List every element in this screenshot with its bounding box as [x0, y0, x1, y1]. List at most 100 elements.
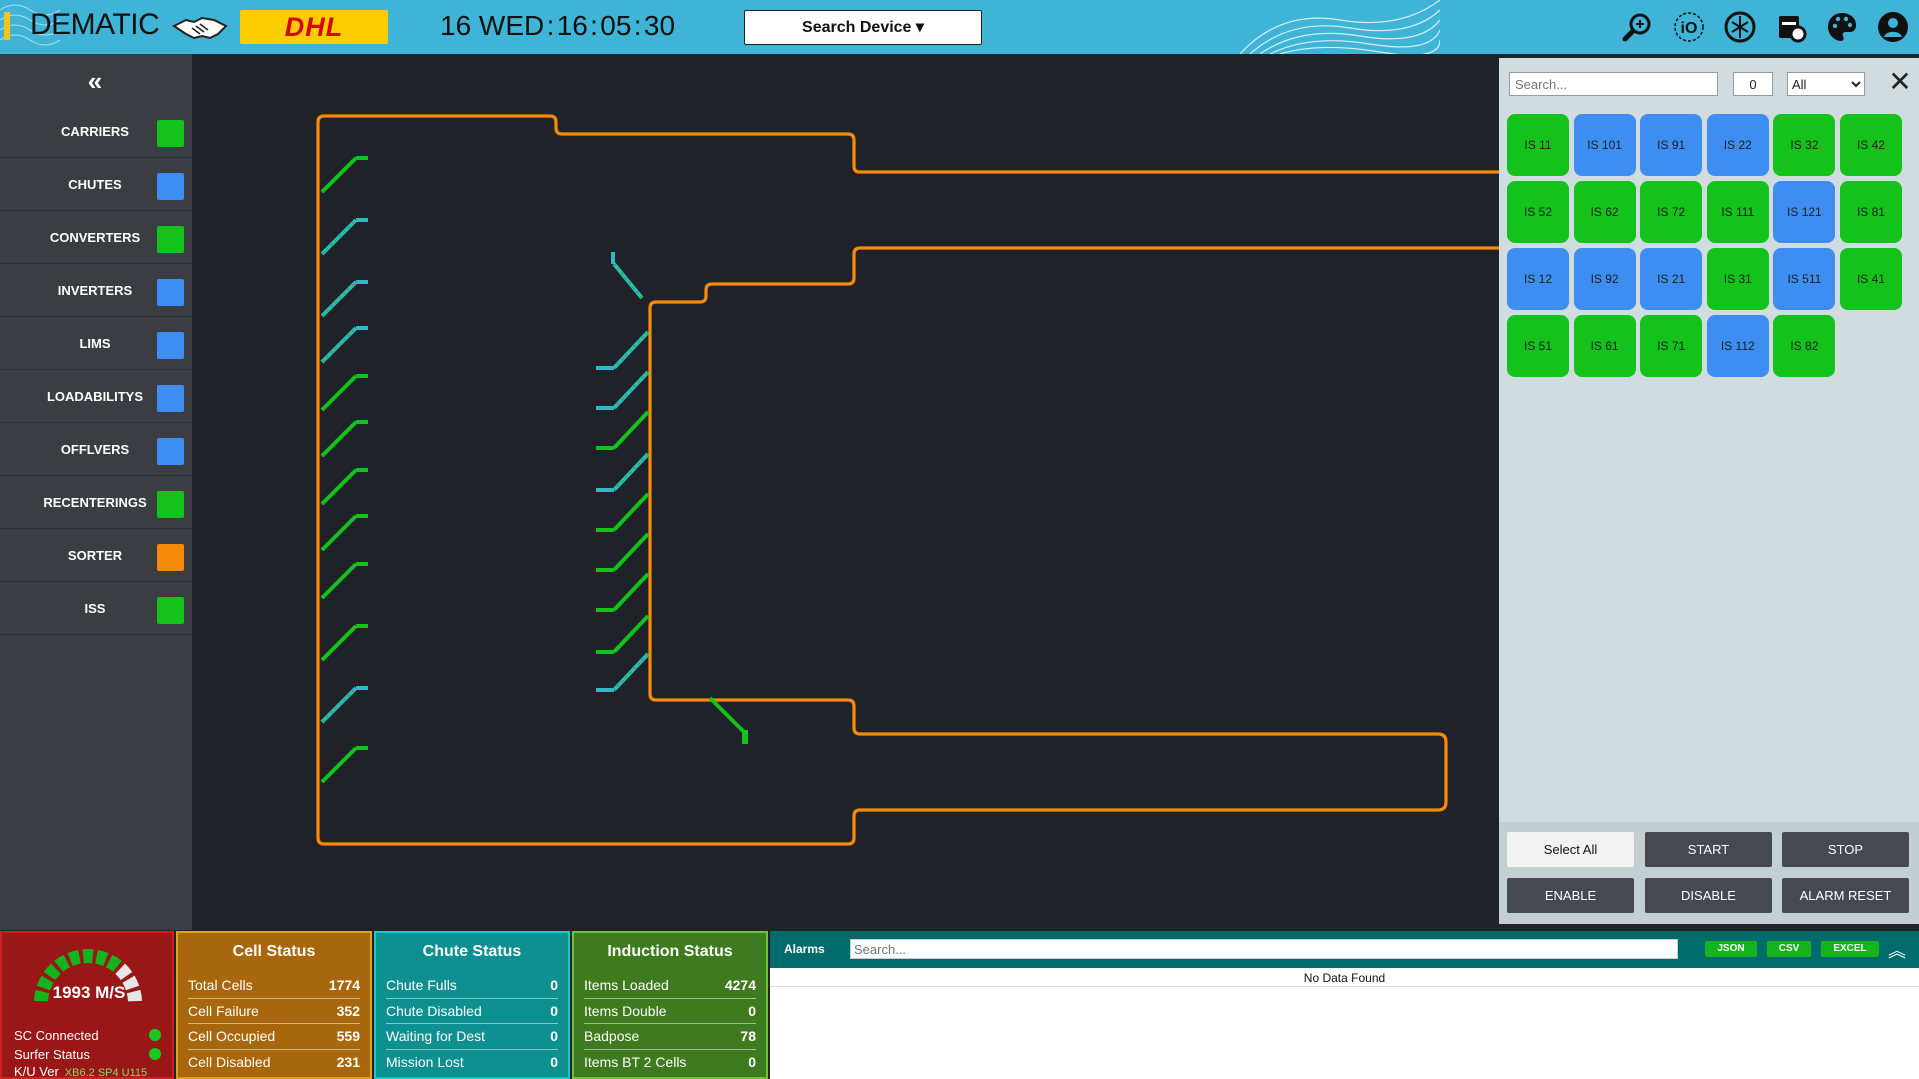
sidebar-item-label: RECENTERINGS	[43, 495, 147, 510]
io-icon[interactable]: iO	[1669, 7, 1709, 47]
chute-status-title: Chute Status	[422, 943, 522, 960]
close-icon[interactable]: ✕	[1885, 68, 1915, 98]
top-bar: DEMATIC DHL 16 WED : 16 : 05 : 30 Search…	[0, 0, 1919, 54]
sidebar-item-carriers[interactable]: CARRIERS	[0, 106, 192, 158]
sorter-loop-path	[316, 114, 1499, 846]
cell-status-title: Cell Status	[232, 943, 316, 960]
chute-line-inner	[613, 615, 649, 653]
export-json-button[interactable]: JSON	[1705, 941, 1757, 957]
iss-tile[interactable]: IS 511	[1773, 248, 1836, 310]
gauge-segment	[67, 949, 81, 966]
table-row: Chute Fulls 0	[386, 973, 558, 999]
alarms-toolbar: Alarms JSON CSV EXCEL ︽	[770, 931, 1919, 968]
alarm-reset-button[interactable]: ALARM RESET	[1782, 878, 1909, 913]
surfer-status-indicator	[149, 1048, 161, 1060]
iss-tile[interactable]: IS 91	[1640, 114, 1703, 176]
row-value: 1774	[328, 977, 360, 994]
sidebar-item-lims[interactable]: LIMS	[0, 318, 192, 370]
table-row: Items Loaded 4274	[584, 973, 756, 999]
chute-end	[596, 366, 614, 370]
stop-button[interactable]: STOP	[1782, 832, 1909, 867]
enable-button[interactable]: ENABLE	[1507, 878, 1634, 913]
chute-end	[356, 218, 368, 222]
status-swatch	[157, 279, 184, 306]
chute-end	[596, 528, 614, 532]
iss-tile[interactable]: IS 51	[1507, 315, 1569, 377]
network-icon[interactable]	[1720, 7, 1760, 47]
iss-tile[interactable]: IS 32	[1773, 114, 1836, 176]
table-row: Mission Lost 0	[386, 1050, 558, 1076]
brand-accent	[4, 12, 10, 40]
iss-tile[interactable]: IS 72	[1640, 181, 1703, 243]
disable-button[interactable]: DISABLE	[1645, 878, 1772, 913]
calendar-settings-icon[interactable]	[1771, 7, 1811, 47]
iss-search-input[interactable]	[1509, 72, 1718, 96]
double-chevron-up-icon[interactable]: ︽	[1886, 937, 1908, 961]
sidebar-item-chutes[interactable]: CHUTES	[0, 159, 192, 211]
sorter-layout-map[interactable]	[192, 54, 1499, 930]
chute-line-inner	[613, 411, 649, 449]
palette-icon[interactable]	[1822, 7, 1862, 47]
sidebar-item-recenterings[interactable]: RECENTERINGS	[0, 477, 192, 529]
chute-end	[356, 514, 368, 518]
row-label: Mission Lost	[386, 1054, 464, 1071]
select-all-button[interactable]: Select All	[1507, 832, 1634, 867]
row-value: 0	[550, 1028, 558, 1045]
sidebar-item-loadabilitys[interactable]: LOADABILITYS	[0, 371, 192, 423]
sidebar-item-converters[interactable]: CONVERTERS	[0, 212, 192, 264]
induction-status-title: Induction Status	[607, 943, 733, 960]
iss-tile[interactable]: IS 62	[1573, 181, 1636, 243]
chute-end	[356, 374, 368, 378]
status-swatch	[157, 597, 184, 624]
sidebar-item-label: ISS	[84, 601, 106, 616]
iss-tile[interactable]: IS 82	[1773, 315, 1836, 377]
status-swatch	[157, 544, 184, 571]
sidebar-item-label: CHUTES	[68, 177, 122, 192]
iss-filter-select[interactable]: All	[1787, 72, 1865, 96]
ku-version: K/U Ver XB6.2 SP4 U115	[14, 1064, 147, 1079]
chute-line-inner	[613, 653, 649, 691]
sc-connected-indicator	[149, 1029, 161, 1041]
iss-tile[interactable]: IS 61	[1573, 315, 1636, 377]
sidebar-item-inverters[interactable]: INVERTERS	[0, 265, 192, 317]
iss-tile[interactable]: IS 81	[1839, 181, 1902, 243]
chute-status-card: Chute Status Chute Fulls 0 Chute Disabled…	[374, 931, 570, 1079]
gauge-segment	[115, 963, 133, 981]
iss-tile[interactable]: IS 22	[1706, 114, 1769, 176]
iss-tile[interactable]: IS 21	[1640, 248, 1703, 310]
iss-count-field[interactable]	[1733, 72, 1773, 96]
sidebar-item-sorter[interactable]: SORTER	[0, 530, 192, 582]
alarms-search-input[interactable]	[850, 939, 1678, 959]
iss-tile[interactable]: IS 111	[1706, 181, 1769, 243]
iss-tile[interactable]: IS 121	[1773, 181, 1836, 243]
user-icon[interactable]	[1873, 7, 1913, 47]
iss-tile[interactable]: IS 52	[1507, 181, 1569, 243]
chute-end	[356, 156, 368, 160]
iss-tile[interactable]: IS 41	[1839, 248, 1902, 310]
alarms-title: Alarms	[784, 942, 825, 956]
iss-grid: IS 11 IS 101 IS 91 IS 22 IS 32 IS 42 IS 52 IS 6…	[1507, 114, 1911, 377]
ku-version-label: K/U Ver	[14, 1064, 59, 1079]
export-csv-button[interactable]: CSV	[1767, 941, 1811, 957]
chute-group-inner	[596, 330, 650, 692]
iss-tile[interactable]: IS 11	[1507, 114, 1569, 176]
induction-status-rows: Items Loaded 4274 Items Double 0 Badpose 78…	[584, 973, 756, 1075]
sidebar-item-offlvers[interactable]: OFFLVERS	[0, 424, 192, 476]
gauge-segment	[82, 949, 94, 964]
double-chevron-left-icon[interactable]: «	[80, 66, 110, 96]
iss-tile[interactable]: IS 42	[1839, 114, 1902, 176]
device-sidebar: « CARRIERS CHUTES CONVERTERS INVERTERS L…	[0, 54, 192, 930]
start-button[interactable]: START	[1645, 832, 1772, 867]
search-device-button[interactable]: Search Device ▾	[744, 10, 982, 45]
iss-tile[interactable]: IS 112	[1706, 315, 1769, 377]
sidebar-item-iss[interactable]: ISS	[0, 583, 192, 635]
export-excel-button[interactable]: EXCEL	[1821, 941, 1879, 957]
wrench-search-icon[interactable]	[1618, 7, 1658, 47]
iss-tile[interactable]: IS 71	[1640, 315, 1703, 377]
chute-end	[356, 686, 368, 690]
iss-tile[interactable]: IS 31	[1706, 248, 1769, 310]
iss-tile[interactable]: IS 12	[1507, 248, 1569, 310]
iss-tile[interactable]: IS 92	[1573, 248, 1636, 310]
row-value: 352	[336, 1002, 360, 1019]
iss-tile[interactable]: IS 101	[1573, 114, 1636, 176]
